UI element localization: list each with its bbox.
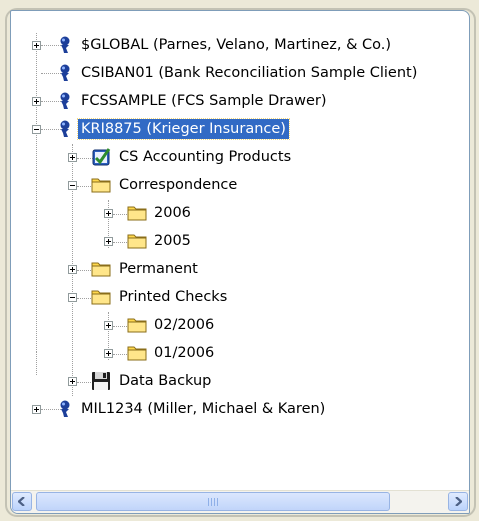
drawer-icon	[55, 399, 75, 417]
expand-toggle[interactable]	[32, 41, 41, 50]
tree-item-label[interactable]: $GLOBAL (Parnes, Velano, Martinez, & Co.…	[78, 35, 394, 55]
expand-toggle[interactable]	[68, 265, 77, 274]
expand-toggle[interactable]	[68, 377, 77, 386]
scroll-right-icon	[454, 497, 462, 506]
tree-item-label[interactable]: Printed Checks	[116, 287, 230, 307]
folder-icon	[127, 316, 147, 334]
tree-item-label[interactable]: Data Backup	[116, 371, 214, 391]
folder-icon	[127, 232, 147, 250]
scroll-left-icon	[18, 497, 26, 506]
folder-icon	[127, 344, 147, 362]
scroll-thumb[interactable]	[36, 492, 390, 511]
drawer-icon	[55, 91, 75, 109]
drawer-icon	[55, 35, 75, 53]
tree-panel: $GLOBAL (Parnes, Velano, Martinez, & Co.…	[10, 10, 470, 514]
expand-toggle[interactable]	[104, 321, 113, 330]
tree-item-label[interactable]: CS Accounting Products	[116, 147, 294, 167]
tree-item-label[interactable]: 2006	[151, 203, 194, 223]
tree-item-label[interactable]: 02/2006	[151, 315, 217, 335]
tree-item-label-selected[interactable]: KRI8875 (Krieger Insurance)	[77, 118, 290, 140]
expand-toggle[interactable]	[32, 97, 41, 106]
folder-icon	[91, 176, 111, 194]
collapse-toggle[interactable]	[32, 125, 41, 134]
tree-item-label[interactable]: CSIBAN01 (Bank Reconciliation Sample Cli…	[78, 63, 420, 83]
tree-item-label[interactable]: FCSSAMPLE (FCS Sample Drawer)	[78, 91, 330, 111]
expand-toggle[interactable]	[104, 349, 113, 358]
drawer-icon	[55, 119, 75, 137]
expand-toggle[interactable]	[68, 153, 77, 162]
floppy-disk-icon	[91, 371, 111, 390]
tree-item-label[interactable]: 01/2006	[151, 343, 217, 363]
expand-toggle[interactable]	[104, 237, 113, 246]
collapse-toggle[interactable]	[68, 293, 77, 302]
drawer-icon	[55, 63, 75, 81]
folder-icon	[91, 288, 111, 306]
scroll-right-button[interactable]	[448, 492, 468, 511]
tree-item-label[interactable]: Permanent	[116, 259, 201, 279]
tree-item-label[interactable]: Correspondence	[116, 175, 240, 195]
tree-connector	[36, 33, 37, 350]
cs-accounting-icon	[91, 146, 111, 166]
tree-item-label[interactable]: 2005	[151, 231, 194, 251]
horizontal-scrollbar[interactable]	[11, 490, 469, 513]
drawer-tree: $GLOBAL (Parnes, Velano, Martinez, & Co.…	[11, 11, 469, 471]
collapse-toggle[interactable]	[68, 181, 77, 190]
expand-toggle[interactable]	[104, 209, 113, 218]
expand-toggle[interactable]	[32, 405, 41, 414]
folder-icon	[91, 260, 111, 278]
scroll-grip-icon	[208, 498, 218, 506]
tree-item-label[interactable]: MIL1234 (Miller, Michael & Karen)	[78, 399, 328, 419]
folder-icon	[127, 204, 147, 222]
tree-connector	[36, 351, 37, 375]
scroll-left-button[interactable]	[12, 492, 32, 511]
